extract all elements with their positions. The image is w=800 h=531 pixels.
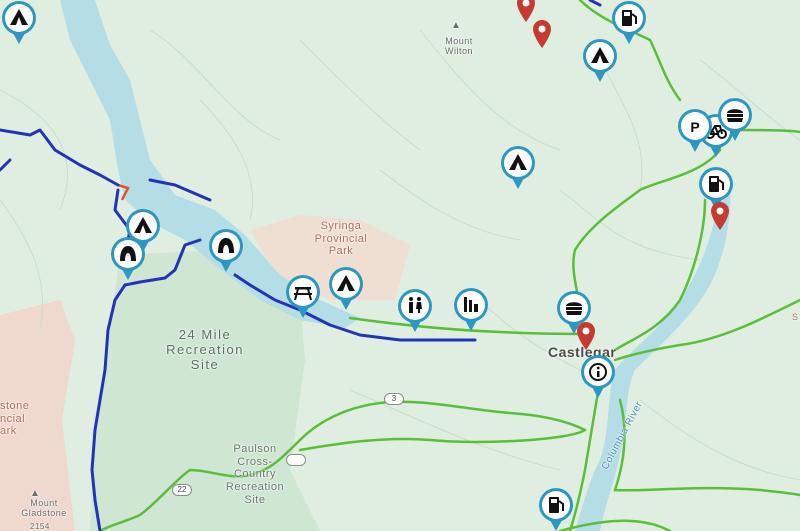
parking-icon: P xyxy=(678,109,712,152)
campground-icon xyxy=(2,1,36,44)
left-park-label: stone ncial ark xyxy=(0,400,30,438)
restroom-icon xyxy=(398,289,432,332)
peak-icon: ▲ xyxy=(30,488,41,499)
campground-icon xyxy=(501,146,535,189)
mount-gladstone-label: Mount Gladstone xyxy=(21,498,67,519)
cave-icon xyxy=(111,237,145,280)
campground-marker[interactable] xyxy=(327,266,365,310)
picnic-table-marker[interactable] xyxy=(284,274,322,318)
route-shield xyxy=(286,454,306,466)
paulson-site-label: Paulson Cross- Country Recreation Site xyxy=(225,443,285,506)
info-icon xyxy=(581,355,615,398)
campground-marker[interactable] xyxy=(0,0,38,44)
cave-marker[interactable] xyxy=(207,228,245,272)
info-marker[interactable] xyxy=(579,354,617,398)
boat-launch-marker[interactable] xyxy=(452,287,490,331)
picnic-table-icon xyxy=(286,275,320,318)
right-edge-label: S xyxy=(792,312,799,322)
mount-wilton-label: Mount Wilton xyxy=(444,36,473,57)
recreation-site-label: 24 Mile Recreation Site xyxy=(166,327,244,372)
syringa-park-label: Syringa Provincial Park xyxy=(314,220,368,258)
gas-station-icon xyxy=(612,1,646,44)
campground-icon xyxy=(583,39,617,82)
gas-station-marker[interactable] xyxy=(610,0,648,44)
peak-icon: ▲ xyxy=(451,20,462,31)
location-pin-icon[interactable] xyxy=(577,322,595,350)
campground-icon xyxy=(329,267,363,310)
route-3-shield: 3 xyxy=(384,393,404,405)
food-icon xyxy=(718,98,752,141)
svg-text:P: P xyxy=(690,119,699,135)
boat-launch-icon xyxy=(454,288,488,331)
location-pin-icon[interactable] xyxy=(711,202,729,230)
gas-station-marker[interactable] xyxy=(537,487,575,531)
location-pin-icon[interactable] xyxy=(517,0,535,22)
gas-station-icon xyxy=(539,488,573,531)
cave-icon xyxy=(209,229,243,272)
parking-marker[interactable]: P xyxy=(676,108,714,152)
campground-marker[interactable] xyxy=(581,38,619,82)
mount-gladstone-elevation: 2154 xyxy=(30,522,50,531)
restroom-marker[interactable] xyxy=(396,288,434,332)
location-pin-icon[interactable] xyxy=(533,20,551,48)
food-marker[interactable] xyxy=(716,97,754,141)
cave-marker[interactable] xyxy=(109,236,147,280)
campground-marker[interactable] xyxy=(499,145,537,189)
map-canvas[interactable]: Mount Wilton ▲ Syringa Provincial Park 2… xyxy=(0,0,800,531)
route-22-shield: 22 xyxy=(172,484,192,496)
